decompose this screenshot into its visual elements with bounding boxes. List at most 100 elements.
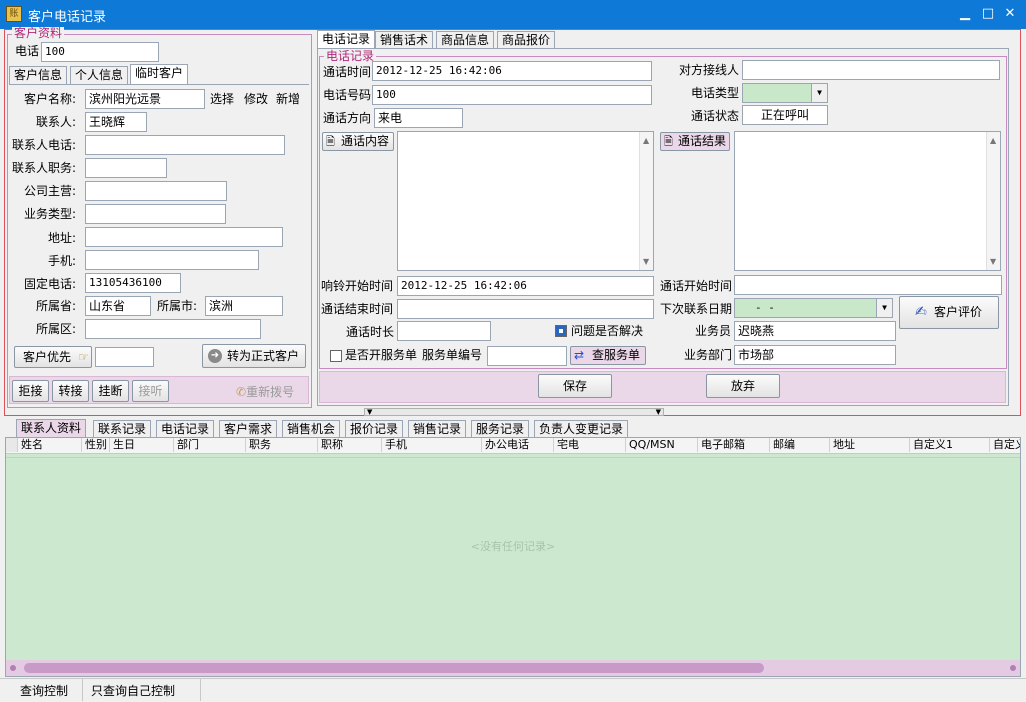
own-query-control[interactable]: 只查询自己控制: [91, 682, 175, 699]
city-input[interactable]: 滨洲: [205, 296, 283, 316]
tab-product-info[interactable]: 商品信息: [436, 31, 495, 49]
splitter-handle[interactable]: ▼ ▼: [364, 408, 664, 416]
contact-input[interactable]: 王晓辉: [85, 112, 147, 132]
tab-contact-records[interactable]: 联系记录: [93, 420, 152, 438]
customer-priority-button[interactable]: 客户优先 ☞: [14, 346, 92, 368]
priority-input[interactable]: [95, 347, 154, 367]
tab-customer-needs[interactable]: 客户需求: [219, 420, 278, 438]
tab-call-records[interactable]: 电话记录: [156, 420, 215, 438]
hangup-button[interactable]: 挂断: [92, 380, 129, 402]
customer-evaluate-button[interactable]: ✍ 客户评价: [899, 296, 999, 329]
save-button[interactable]: 保存: [538, 374, 612, 398]
business-label: 公司主营:: [24, 184, 77, 198]
contact-title-input[interactable]: [85, 158, 167, 178]
col-department[interactable]: 部门: [174, 438, 246, 452]
tab-sales-script[interactable]: 销售话术: [375, 31, 434, 49]
tab-temp-customer[interactable]: 临时客户: [130, 64, 189, 85]
ring-time-input[interactable]: 2012-12-25 16:42:06: [397, 276, 654, 296]
close-button[interactable]: ✕: [1000, 5, 1020, 23]
other-party-input[interactable]: [742, 60, 1000, 80]
col-gender[interactable]: 性别: [82, 438, 110, 452]
col-custom2[interactable]: 自定义: [990, 438, 1020, 452]
duration-input[interactable]: [397, 321, 491, 341]
reject-button[interactable]: 拒接: [12, 380, 49, 402]
transfer-button[interactable]: 转接: [52, 380, 89, 402]
district-label: 所属区:: [36, 322, 77, 336]
col-email[interactable]: 电子邮箱: [698, 438, 770, 452]
call-result-textarea[interactable]: ▲ ▼: [734, 131, 1001, 271]
business-input[interactable]: [85, 181, 227, 201]
tab-quote-records[interactable]: 报价记录: [345, 420, 404, 438]
col-title[interactable]: 职务: [246, 438, 318, 452]
customer-name-input[interactable]: 滨州阳光远景: [85, 89, 205, 109]
bottom-tabs: 联系人资料 联系记录 电话记录 客户需求 销售机会 报价记录 销售记录 服务记录…: [0, 419, 1026, 438]
col-office-phone[interactable]: 办公电话: [482, 438, 554, 452]
content-scrollbar[interactable]: ▲ ▼: [639, 132, 653, 270]
horizontal-scrollbar[interactable]: [6, 660, 1020, 676]
phone-number-input[interactable]: 100: [372, 85, 652, 105]
tab-customer-info[interactable]: 客户信息: [9, 66, 68, 84]
horizontal-scroll-thumb[interactable]: [24, 663, 764, 673]
answer-button[interactable]: 接听: [132, 380, 169, 402]
resolved-checkbox[interactable]: [555, 325, 567, 337]
lookup-service-button[interactable]: ⇄ 查服务单: [570, 346, 646, 365]
query-control[interactable]: 查询控制: [20, 682, 68, 699]
grid-empty-text: <没有任何记录>: [470, 540, 556, 553]
edit-link[interactable]: 修改: [244, 91, 268, 107]
next-contact-value: - -: [755, 301, 775, 314]
direction-input[interactable]: 来电: [374, 108, 463, 128]
tab-sales-records[interactable]: 销售记录: [408, 420, 467, 438]
tab-owner-change-records[interactable]: 负责人变更记录: [534, 420, 629, 438]
col-rank[interactable]: 职称: [318, 438, 382, 452]
tab-service-records[interactable]: 服务记录: [471, 420, 530, 438]
add-link[interactable]: 新增: [276, 91, 300, 107]
col-birthday[interactable]: 生日: [110, 438, 174, 452]
salesman-input[interactable]: 迟晓燕: [734, 321, 896, 341]
tab-contacts[interactable]: 联系人资料: [16, 419, 87, 437]
col-home-phone[interactable]: 宅电: [554, 438, 626, 452]
cancel-button[interactable]: 放弃: [706, 374, 780, 398]
call-end-input[interactable]: [397, 299, 654, 319]
address-input[interactable]: [85, 227, 283, 247]
tab-personal-info[interactable]: 个人信息: [70, 66, 129, 84]
minimize-button[interactable]: ▁: [955, 5, 975, 23]
convert-to-formal-button[interactable]: ➜ 转为正式客户: [202, 344, 306, 368]
col-zipcode[interactable]: 邮编: [770, 438, 830, 452]
contact-phone-input[interactable]: [85, 135, 285, 155]
col-custom1[interactable]: 自定义1: [910, 438, 990, 452]
department-input[interactable]: 市场部: [734, 345, 896, 365]
service-number-input[interactable]: [487, 346, 567, 366]
call-start-input[interactable]: [734, 275, 1002, 295]
biztype-label: 业务类型:: [24, 207, 77, 221]
call-content-textarea[interactable]: ▲ ▼: [397, 131, 654, 271]
next-contact-select[interactable]: - - ▼: [734, 298, 893, 318]
phone-input[interactable]: 100: [41, 42, 159, 62]
province-input[interactable]: 山东省: [85, 296, 151, 316]
col-qq-msn[interactable]: QQ/MSN: [626, 438, 698, 452]
tab-call-record[interactable]: 电话记录: [317, 30, 376, 50]
result-scrollbar[interactable]: ▲ ▼: [986, 132, 1000, 270]
maximize-button[interactable]: □: [978, 5, 998, 23]
redial-button[interactable]: ✆重新拨号: [236, 383, 294, 400]
biztype-input[interactable]: [85, 204, 226, 224]
col-name[interactable]: 姓名: [18, 438, 82, 452]
mobile-input[interactable]: [85, 250, 259, 270]
chevron-down-icon[interactable]: ▼: [876, 299, 892, 317]
scroll-right-icon[interactable]: [1010, 665, 1016, 671]
status-divider: [200, 679, 201, 701]
col-address[interactable]: 地址: [830, 438, 910, 452]
select-link[interactable]: 选择: [210, 91, 234, 107]
call-content-button[interactable]: 🗎 通话内容: [322, 132, 394, 151]
call-result-label: 通话结果: [677, 134, 726, 148]
tab-sales-opportunity[interactable]: 销售机会: [282, 420, 341, 438]
call-type-select[interactable]: ▼: [742, 83, 828, 103]
chevron-down-icon[interactable]: ▼: [811, 84, 827, 102]
scroll-left-icon[interactable]: [10, 665, 16, 671]
call-result-button[interactable]: 🗎 通话结果: [660, 132, 730, 151]
open-service-checkbox[interactable]: [330, 350, 342, 362]
call-time-input[interactable]: 2012-12-25 16:42:06: [372, 61, 652, 81]
col-mobile[interactable]: 手机: [382, 438, 482, 452]
tab-product-quote[interactable]: 商品报价: [497, 31, 556, 49]
landline-input[interactable]: 13105436100: [85, 273, 181, 293]
district-input[interactable]: [85, 319, 261, 339]
